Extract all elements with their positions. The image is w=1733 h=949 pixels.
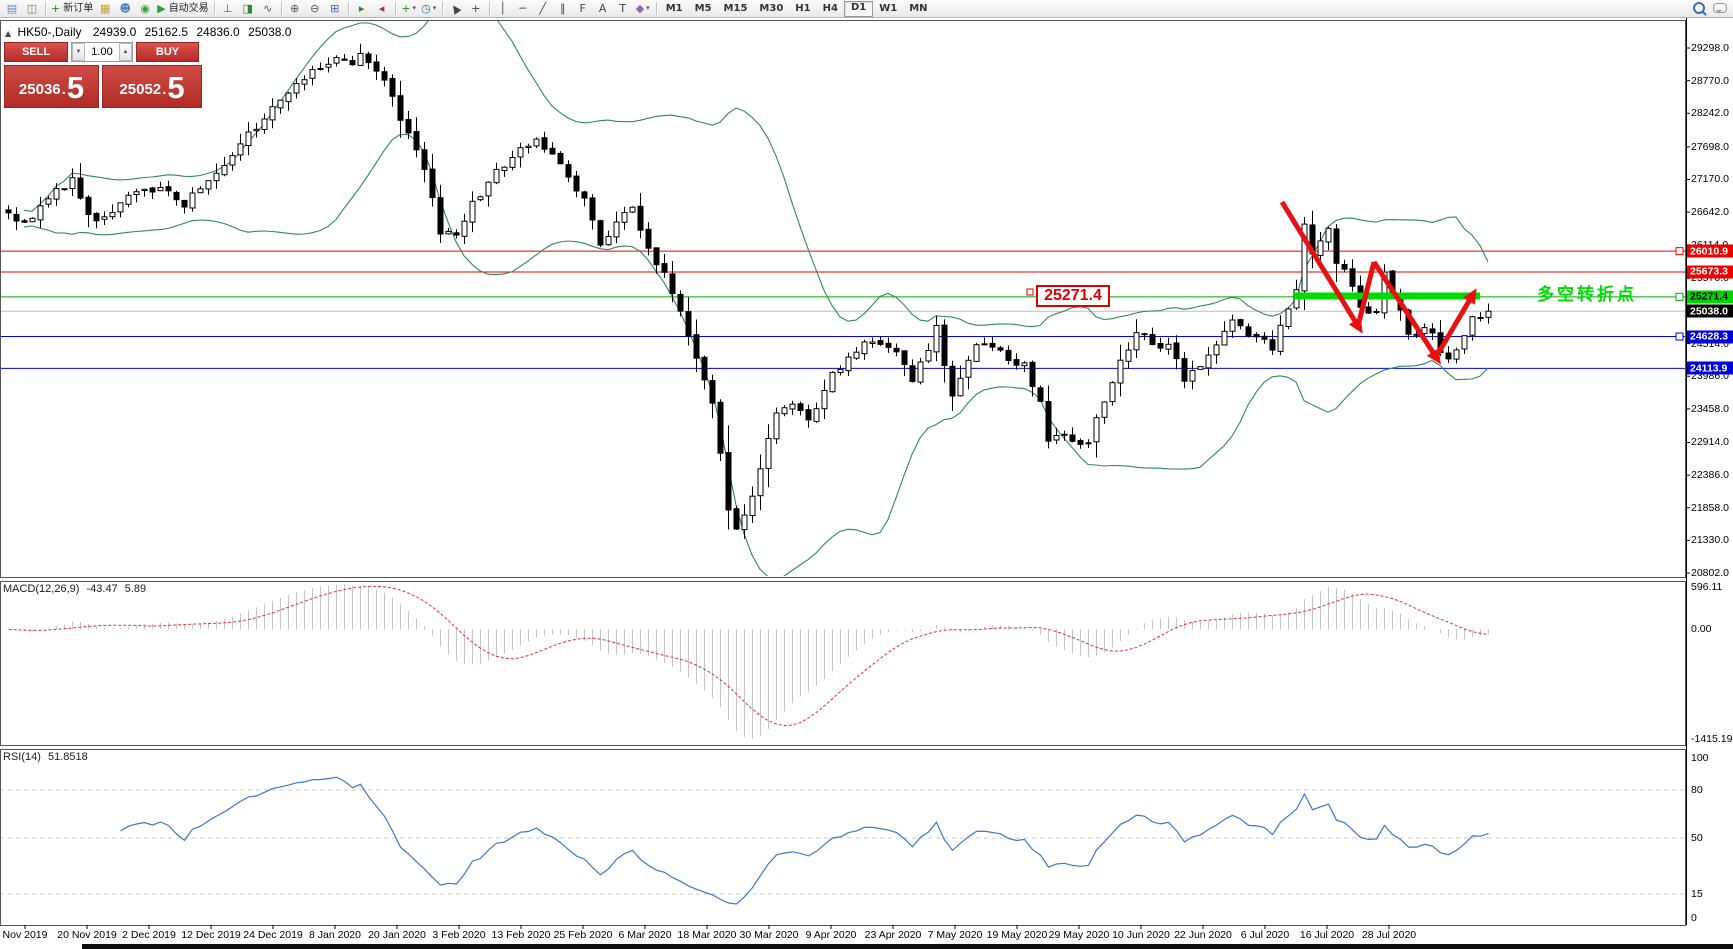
rsi-axis-tick: 50	[1691, 832, 1703, 844]
chart-marker-icon: ▲	[5, 29, 11, 38]
price-axis-tick: 28242.0	[1691, 107, 1729, 119]
date-axis-label: 25 Feb 2020	[554, 929, 613, 941]
price-axis-tick: 22386.0	[1691, 469, 1729, 481]
macd-signal-value: 5.89	[125, 583, 146, 595]
rsi-name: RSI(14)	[3, 751, 41, 763]
price-axis-tick: 26642.0	[1691, 206, 1729, 218]
date-axis-label: 6 Jul 2020	[1241, 929, 1289, 941]
rsi-label: RSI(14) 51.8518	[3, 751, 88, 763]
buy-button[interactable]: BUY	[136, 42, 199, 62]
rsi-value: 51.8518	[48, 751, 88, 763]
price-badge: 26010.9	[1687, 245, 1733, 258]
one-click-trade-panel: SELL ▼ 1.00 ▲ BUY 25036 . 5 25052 . 5	[4, 42, 202, 108]
price-axis-tick: 20802.0	[1691, 567, 1729, 579]
date-axis-label: 18 Mar 2020	[678, 929, 737, 941]
date-axis-label: 7 May 2020	[928, 929, 983, 941]
sell-button[interactable]: SELL	[4, 42, 68, 62]
bottom-window-edge	[82, 944, 1733, 949]
price-axis-tick: 22914.0	[1691, 436, 1729, 448]
date-axis-label: 3 Feb 2020	[432, 929, 485, 941]
rsi-axis-tick: 0	[1691, 912, 1697, 924]
macd-main-value: -43.47	[86, 583, 117, 595]
date-axis-label: 19 May 2020	[987, 929, 1048, 941]
price-badge: 25271.4	[1687, 290, 1733, 303]
price-annotation-box[interactable]: 25271.4	[1036, 285, 1110, 307]
sell-price-main: 25036	[19, 77, 61, 103]
turning-point-annotation: 多空转折点	[1537, 280, 1637, 305]
volume-input[interactable]: 1.00	[85, 43, 119, 61]
chart-canvas[interactable]	[0, 0, 1733, 949]
sell-price-dot: .	[62, 77, 66, 103]
date-axis-label: 22 Jun 2020	[1174, 929, 1232, 941]
buy-price-big-digit: 5	[167, 73, 184, 103]
rsi-axis-tick: 80	[1691, 784, 1703, 796]
macd-axis-tick: -1415.19	[1691, 733, 1732, 745]
volume-up-button[interactable]: ▲	[119, 43, 132, 61]
buy-price-dot: .	[162, 77, 166, 103]
chart-header: ▲ HK50-,Daily 24939.0 25162.5 24836.0 25…	[5, 25, 291, 39]
price-axis-tick: 29298.0	[1691, 42, 1729, 54]
date-axis-label: 9 Apr 2020	[806, 929, 857, 941]
price-axis-tick: 21858.0	[1691, 502, 1729, 514]
trading-platform-window: ▤◫+新订单▦☻◉▶自动交易⊥◨∿⊕⊖⊞▸◂+▾◷▾▲+│─╱∥FAT◆▾M1M…	[0, 0, 1733, 949]
buy-price-main: 25052	[119, 77, 161, 103]
macd-label: MACD(12,26,9) -43.47 5.89	[3, 583, 146, 595]
date-axis-label: 30 Mar 2020	[740, 929, 799, 941]
ohlc-open: 24939.0	[93, 25, 136, 39]
date-axis-label: 29 May 2020	[1049, 929, 1110, 941]
date-axis-label: 24 Dec 2019	[243, 929, 303, 941]
price-axis-tick: 23458.0	[1691, 403, 1729, 415]
date-axis-label: Nov 2019	[3, 929, 48, 941]
price-badge: 24628.3	[1687, 330, 1733, 343]
date-axis-label: 28 Jul 2020	[1362, 929, 1416, 941]
price-axis-tick: 27698.0	[1691, 141, 1729, 153]
price-badge: 25038.0	[1687, 305, 1733, 318]
buy-price-display[interactable]: 25052 . 5	[102, 65, 202, 108]
rsi-axis-tick: 100	[1691, 752, 1709, 764]
date-axis-label: 8 Jan 2020	[309, 929, 361, 941]
date-axis-label: 13 Feb 2020	[492, 929, 551, 941]
price-badge: 24113.9	[1687, 362, 1733, 375]
date-axis-label: 16 Jul 2020	[1300, 929, 1354, 941]
price-badge: 25673.3	[1687, 265, 1733, 278]
date-axis-label: 2 Dec 2019	[122, 929, 176, 941]
volume-stepper: ▼ 1.00 ▲	[71, 42, 133, 62]
rsi-axis-tick: 15	[1691, 888, 1703, 900]
date-axis-label: 10 Jun 2020	[1112, 929, 1170, 941]
macd-axis-tick: 596.11	[1691, 581, 1722, 593]
price-axis-tick: 27170.0	[1691, 173, 1729, 185]
price-axis-tick: 28770.0	[1691, 75, 1729, 87]
date-axis-label: 6 Mar 2020	[618, 929, 671, 941]
volume-down-button[interactable]: ▼	[72, 43, 85, 61]
ohlc-close: 25038.0	[248, 25, 291, 39]
price-axis-tick: 21330.0	[1691, 534, 1729, 546]
ohlc-low: 24836.0	[196, 25, 239, 39]
date-axis-label: 12 Dec 2019	[181, 929, 241, 941]
sell-price-big-digit: 5	[67, 73, 84, 103]
sell-price-display[interactable]: 25036 . 5	[4, 65, 99, 108]
date-axis-label: 20 Jan 2020	[368, 929, 426, 941]
date-axis-label: 23 Apr 2020	[865, 929, 922, 941]
symbol-period-label: HK50-,Daily	[18, 25, 82, 39]
macd-axis-tick: 0.00	[1691, 623, 1711, 635]
date-axis-label: 20 Nov 2019	[57, 929, 117, 941]
ohlc-high: 25162.5	[145, 25, 188, 39]
macd-name: MACD(12,26,9)	[3, 583, 79, 595]
